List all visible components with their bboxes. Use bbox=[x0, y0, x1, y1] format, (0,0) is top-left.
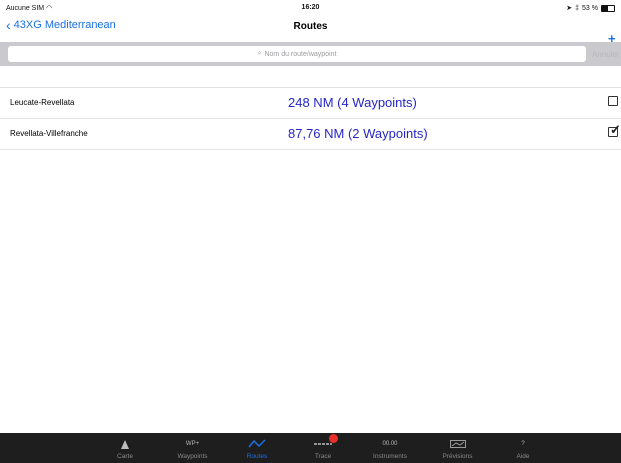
route-checkbox[interactable]: ✓ bbox=[608, 122, 621, 137]
bluetooth-icon: ‡ bbox=[575, 4, 580, 12]
instruments-icon: 00.00 bbox=[382, 441, 398, 447]
route-name: Leucate-Revellata bbox=[10, 98, 75, 107]
help-icon: ? bbox=[521, 441, 525, 447]
route-distance: 87,76 NM (2 Waypoints) bbox=[288, 126, 428, 141]
recording-indicator bbox=[329, 434, 338, 443]
tab-waypoints[interactable]: WP+ Waypoints bbox=[165, 433, 220, 463]
status-right: ➤ ‡ 53 % bbox=[566, 4, 615, 12]
tab-routes[interactable]: Routes bbox=[232, 433, 282, 463]
tab-bar: Carte WP+ Waypoints Routes Trace 00.00 I… bbox=[0, 433, 621, 463]
navigation-bar: ‹ 43XG Mediterranean Routes bbox=[0, 16, 621, 38]
tab-aide[interactable]: ? Aide bbox=[498, 433, 548, 463]
tab-label: Aide bbox=[516, 453, 530, 460]
table-row[interactable]: Leucate-Revellata 248 NM (4 Waypoints) bbox=[0, 87, 621, 118]
battery-percent: 53 % bbox=[582, 4, 598, 12]
search-placeholder: Nom du route/waypoint bbox=[264, 50, 337, 58]
forecast-icon bbox=[449, 440, 466, 448]
search-icon: ⌕ bbox=[257, 50, 262, 57]
route-icon bbox=[248, 439, 266, 448]
tab-carte[interactable]: Carte bbox=[100, 433, 150, 463]
tab-label: Carte bbox=[117, 453, 133, 460]
tab-label: Trace bbox=[314, 453, 332, 460]
status-bar: Aucune SIM ◠ 16:20 ➤ ‡ 53 % bbox=[0, 0, 621, 14]
route-checkbox[interactable] bbox=[608, 96, 618, 106]
routes-table: Leucate-Revellata 248 NM (4 Waypoints) R… bbox=[0, 87, 621, 150]
table-row[interactable]: Revellata-Villefranche 87,76 NM (2 Waypo… bbox=[0, 118, 621, 150]
status-time: 16:20 bbox=[301, 4, 320, 11]
tab-trace[interactable]: Trace bbox=[298, 433, 348, 463]
tab-instruments[interactable]: 00.00 Instruments bbox=[360, 433, 420, 463]
tab-label: Waypoints bbox=[177, 453, 208, 460]
tab-label: Routes bbox=[246, 453, 268, 460]
search-bar: ⌕ Nom du route/waypoint Annuler bbox=[0, 42, 621, 66]
waypoint-add-icon: WP+ bbox=[185, 441, 200, 447]
route-name: Revellata-Villefranche bbox=[10, 129, 88, 138]
route-distance: 248 NM (4 Waypoints) bbox=[288, 95, 417, 110]
checkmark-icon: ✓ bbox=[610, 122, 621, 137]
triangle-icon bbox=[121, 439, 129, 449]
trace-icon bbox=[314, 443, 332, 445]
page-title: Routes bbox=[293, 21, 328, 32]
tab-label: Instruments bbox=[373, 453, 407, 460]
cancel-button[interactable]: Annuler bbox=[592, 50, 620, 59]
tab-label: Prévisions bbox=[442, 453, 473, 460]
location-icon: ➤ bbox=[566, 5, 573, 12]
tab-previsions[interactable]: Prévisions bbox=[430, 433, 485, 463]
search-input[interactable]: ⌕ Nom du route/waypoint bbox=[8, 46, 586, 62]
battery-icon bbox=[601, 4, 615, 12]
